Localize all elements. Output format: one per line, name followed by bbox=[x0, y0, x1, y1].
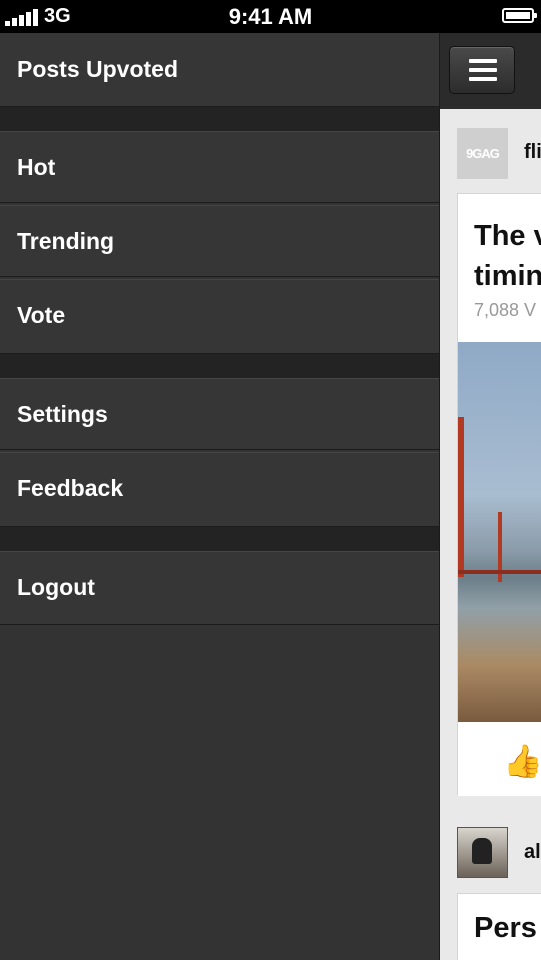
feed-panel[interactable]: 9GAG fli The v timin 7,088 V 👍 al Pers bbox=[439, 33, 541, 960]
poster-name[interactable]: fli bbox=[524, 141, 541, 164]
poster-avatar[interactable] bbox=[457, 827, 508, 878]
post-actions: 👍 bbox=[458, 722, 541, 796]
menu-item-label: Trending bbox=[17, 228, 115, 254]
post-title-line: The v bbox=[474, 220, 541, 252]
menu-item-label: Posts Upvoted bbox=[17, 56, 179, 82]
menu-empty-area bbox=[0, 625, 439, 960]
post-vote-count: 7,088 V bbox=[474, 300, 537, 320]
post-title: The v timin bbox=[474, 216, 541, 296]
poster-name[interactable]: al bbox=[524, 841, 541, 864]
battery-icon bbox=[502, 8, 537, 23]
menu-separator bbox=[0, 527, 439, 551]
hamburger-icon-line bbox=[469, 77, 497, 81]
side-menu: Posts Upvoted Hot Trending Vote Settings… bbox=[0, 33, 439, 960]
menu-item-vote[interactable]: Vote bbox=[0, 279, 439, 354]
post-card[interactable]: Pers bbox=[457, 893, 541, 960]
hamburger-icon bbox=[469, 59, 497, 63]
thumbs-up-icon[interactable]: 👍 bbox=[503, 742, 541, 780]
poster-avatar[interactable]: 9GAG bbox=[457, 128, 508, 179]
menu-item-trending[interactable]: Trending bbox=[0, 205, 439, 277]
bridge-deck bbox=[458, 570, 541, 574]
post-title-line: timin bbox=[474, 260, 541, 292]
menu-toggle-button[interactable] bbox=[449, 46, 515, 94]
feed-top-bar bbox=[440, 33, 541, 109]
post-card[interactable]: The v timin 7,088 V 👍 bbox=[457, 193, 541, 796]
status-time: 9:41 AM bbox=[228, 4, 313, 29]
hamburger-icon-line bbox=[469, 68, 497, 72]
bridge-tower bbox=[458, 417, 464, 577]
menu-item-settings[interactable]: Settings bbox=[0, 378, 439, 450]
menu-item-logout[interactable]: Logout bbox=[0, 551, 439, 625]
avatar-figure bbox=[472, 838, 492, 864]
menu-item-label: Settings bbox=[17, 401, 108, 427]
post-image[interactable] bbox=[458, 342, 541, 722]
status-bar: 3G 9:41 AM bbox=[0, 0, 541, 33]
menu-separator bbox=[0, 107, 439, 131]
menu-item-posts-upvoted[interactable]: Posts Upvoted bbox=[0, 33, 439, 107]
menu-item-label: Vote bbox=[17, 302, 66, 328]
menu-item-label: Feedback bbox=[17, 475, 124, 501]
menu-item-label: Hot bbox=[17, 154, 56, 180]
menu-item-label: Logout bbox=[17, 574, 95, 600]
menu-item-feedback[interactable]: Feedback bbox=[0, 452, 439, 527]
menu-item-hot[interactable]: Hot bbox=[0, 131, 439, 203]
menu-separator bbox=[0, 354, 439, 378]
post-title: Pers bbox=[474, 912, 537, 944]
